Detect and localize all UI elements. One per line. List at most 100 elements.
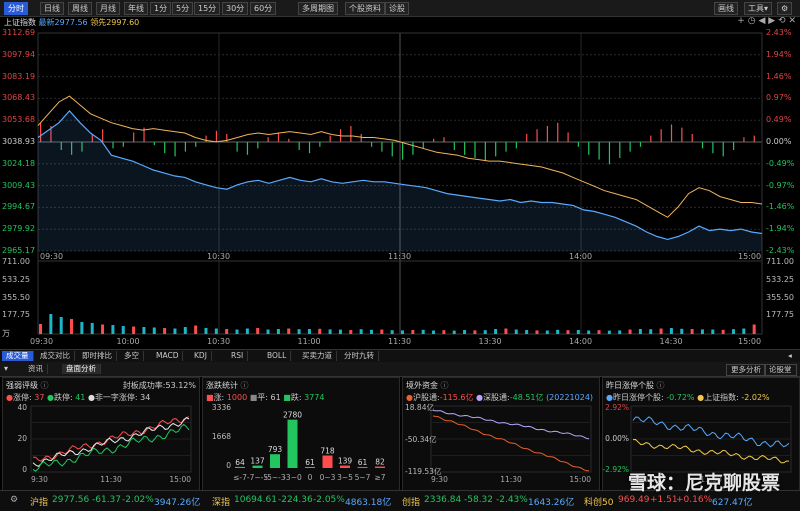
distribution-value: 82 xyxy=(375,458,385,467)
sh-label[interactable]: 沪指 xyxy=(30,495,48,508)
tab-long-short[interactable]: 多空 xyxy=(120,351,144,361)
volume-bar xyxy=(152,327,156,334)
history-icon[interactable]: ◷ xyxy=(748,16,756,26)
back-icon[interactable]: ◀ xyxy=(758,16,765,26)
time-tick: 15:00 xyxy=(738,337,762,346)
stats-y-tick: 0 xyxy=(226,461,231,470)
prev-y-tick: -2.92% xyxy=(603,465,629,474)
volume-bar xyxy=(638,329,642,334)
tab-volume-compare[interactable]: 成交对比 xyxy=(36,351,75,361)
distribution-bar xyxy=(287,419,298,468)
tab-5min[interactable]: 5分 xyxy=(172,2,194,15)
collapse-icon[interactable]: ▾ xyxy=(4,364,8,373)
tools-label: 工具 xyxy=(748,4,764,13)
tab-30min[interactable]: 30分 xyxy=(222,2,249,15)
diff-bar xyxy=(567,132,569,142)
sh-change: -61.37 xyxy=(92,495,122,505)
distribution-value: 137 xyxy=(250,457,265,466)
tab-ranking[interactable]: 即时排比 xyxy=(78,351,117,361)
percent-tick: 0.49% xyxy=(766,115,792,125)
volume-tick: 万 xyxy=(2,329,10,338)
expand-icon[interactable]: ◂ xyxy=(784,351,796,361)
cy-percent: -2.43% xyxy=(496,495,528,505)
chart-legend: 上证指数 最新2977.56 领先2997.60 xyxy=(4,17,139,27)
sz-change: -224.36 xyxy=(278,495,313,505)
diff-bar xyxy=(608,142,611,165)
tab-weekly[interactable]: 周线 xyxy=(68,2,92,15)
tab-boll[interactable]: BOLL xyxy=(263,351,292,361)
distribution-value: 718 xyxy=(320,447,335,456)
close-icon[interactable]: ✕ xyxy=(788,16,796,26)
multi-period-button[interactable]: 多周期图 xyxy=(298,2,338,15)
sgt-line xyxy=(432,409,590,440)
latest-label: 最新 xyxy=(38,18,55,27)
volume-bar xyxy=(297,329,301,334)
percent-tick: 0.97% xyxy=(766,93,792,103)
stats-title: 涨跌统计 ⓘ xyxy=(206,381,249,390)
draw-line-button[interactable]: 画线 xyxy=(714,2,738,15)
sz-label[interactable]: 深指 xyxy=(212,495,230,508)
more-analysis-button[interactable]: 更多分析 xyxy=(726,364,766,376)
distribution-value: 139 xyxy=(338,457,353,466)
diff-bar xyxy=(681,127,683,142)
diff-bar xyxy=(370,142,373,147)
volume-bar xyxy=(576,330,580,334)
stock-info-button[interactable]: 个股资料 xyxy=(345,2,385,15)
volume-bar xyxy=(338,329,342,334)
add-icon[interactable]: + xyxy=(737,16,745,26)
price-tick: 3112.69 xyxy=(2,28,36,37)
prev-limit-line xyxy=(632,416,790,448)
prev-y-tick: 2.92% xyxy=(605,403,629,412)
tab-yearly[interactable]: 年线 xyxy=(124,2,148,15)
volume-bar xyxy=(742,328,746,334)
tab-buy-sell-power[interactable]: 买卖力道 xyxy=(298,351,337,361)
volume-tick: 533.25 xyxy=(2,274,30,284)
tab-news[interactable]: 资讯 xyxy=(24,364,48,374)
volume-bar xyxy=(442,330,446,334)
time-tick: 14:00 xyxy=(569,252,593,261)
volume-bar xyxy=(483,330,487,334)
volume-bar xyxy=(411,330,415,334)
diff-bar xyxy=(712,142,714,154)
kc-label[interactable]: 科创50 xyxy=(584,495,613,508)
info-icon: ⓘ xyxy=(40,381,49,390)
volume-bar xyxy=(587,330,591,334)
tools-button[interactable]: 工具▾ xyxy=(744,2,773,15)
percent-tick: -0.49% xyxy=(766,158,795,168)
tab-intraday[interactable]: 分时 xyxy=(4,2,28,15)
tab-volume[interactable]: 成交量 xyxy=(2,351,34,361)
gear-icon[interactable]: ⚙ xyxy=(10,495,18,505)
funds-y-tick: -50.34亿 xyxy=(405,434,437,444)
tab-rsi[interactable]: RSI xyxy=(227,351,249,361)
volume-bar xyxy=(235,329,239,334)
sz-value: 10694.61 xyxy=(234,495,277,505)
volume-tick: 177.75 xyxy=(766,310,794,320)
tab-macd[interactable]: MACD xyxy=(152,351,184,361)
tab-nine-turn[interactable]: 分时九转 xyxy=(340,351,379,361)
price-tick: 3068.43 xyxy=(2,93,36,103)
diff-bar xyxy=(164,142,166,154)
tab-market-analysis[interactable]: 盘面分析 xyxy=(62,364,101,374)
refresh-icon[interactable]: ⟲ xyxy=(778,16,786,26)
tab-kdj[interactable]: KDJ xyxy=(190,351,212,361)
tab-daily[interactable]: 日线 xyxy=(40,2,64,15)
volume-tick: 533.25 xyxy=(766,274,794,284)
tab-15min[interactable]: 15分 xyxy=(194,2,221,15)
volume-bar xyxy=(256,328,260,334)
settings-icon[interactable]: ⚙ xyxy=(777,2,793,15)
limit-down-line xyxy=(32,423,190,472)
watermark: 雪球：尼克聊股票 xyxy=(627,472,780,494)
volume-bar xyxy=(721,329,725,334)
prev-limit-title: 昨日涨停个股 ⓘ xyxy=(606,381,665,390)
tab-60min[interactable]: 60分 xyxy=(250,2,277,15)
forward-icon[interactable]: ▶ xyxy=(768,16,775,26)
diff-bar xyxy=(257,142,259,149)
tab-monthly[interactable]: 月线 xyxy=(96,2,120,15)
tab-1min[interactable]: 1分 xyxy=(150,2,172,15)
price-tick: 3038.93 xyxy=(2,137,36,146)
diff-bar xyxy=(236,142,238,152)
forum-button[interactable]: 论股堂 xyxy=(764,364,797,376)
diff-bar xyxy=(536,129,538,142)
cy-label[interactable]: 创指 xyxy=(402,495,420,508)
diagnose-button[interactable]: 诊股 xyxy=(385,2,409,15)
